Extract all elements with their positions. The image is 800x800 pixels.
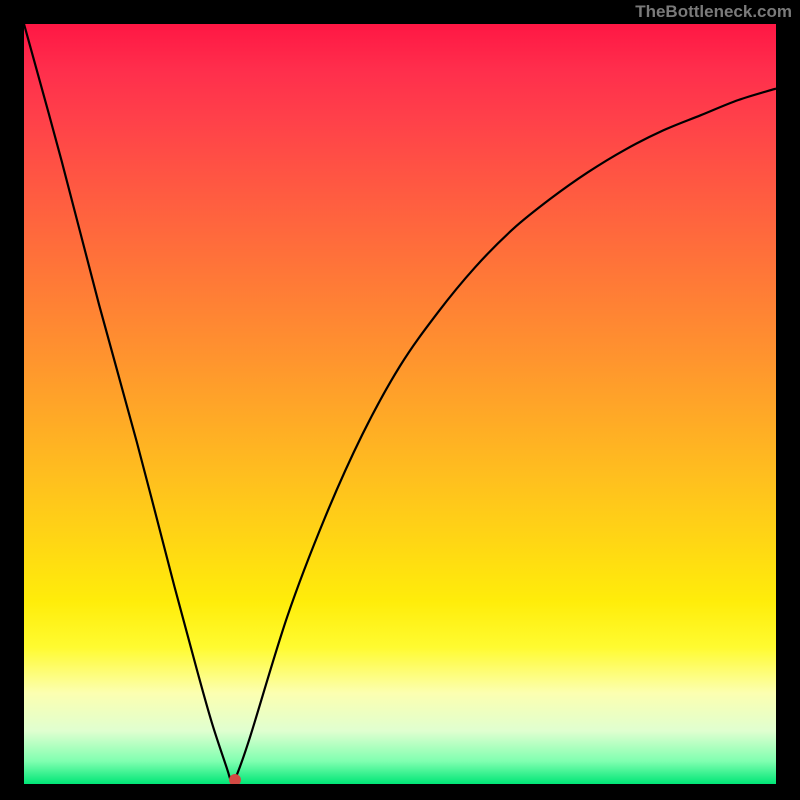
plot-area bbox=[24, 24, 776, 784]
watermark-text: TheBottleneck.com bbox=[635, 2, 792, 22]
optimal-point-marker bbox=[229, 774, 241, 784]
bottleneck-curve-path bbox=[24, 24, 776, 784]
curve-svg bbox=[24, 24, 776, 784]
